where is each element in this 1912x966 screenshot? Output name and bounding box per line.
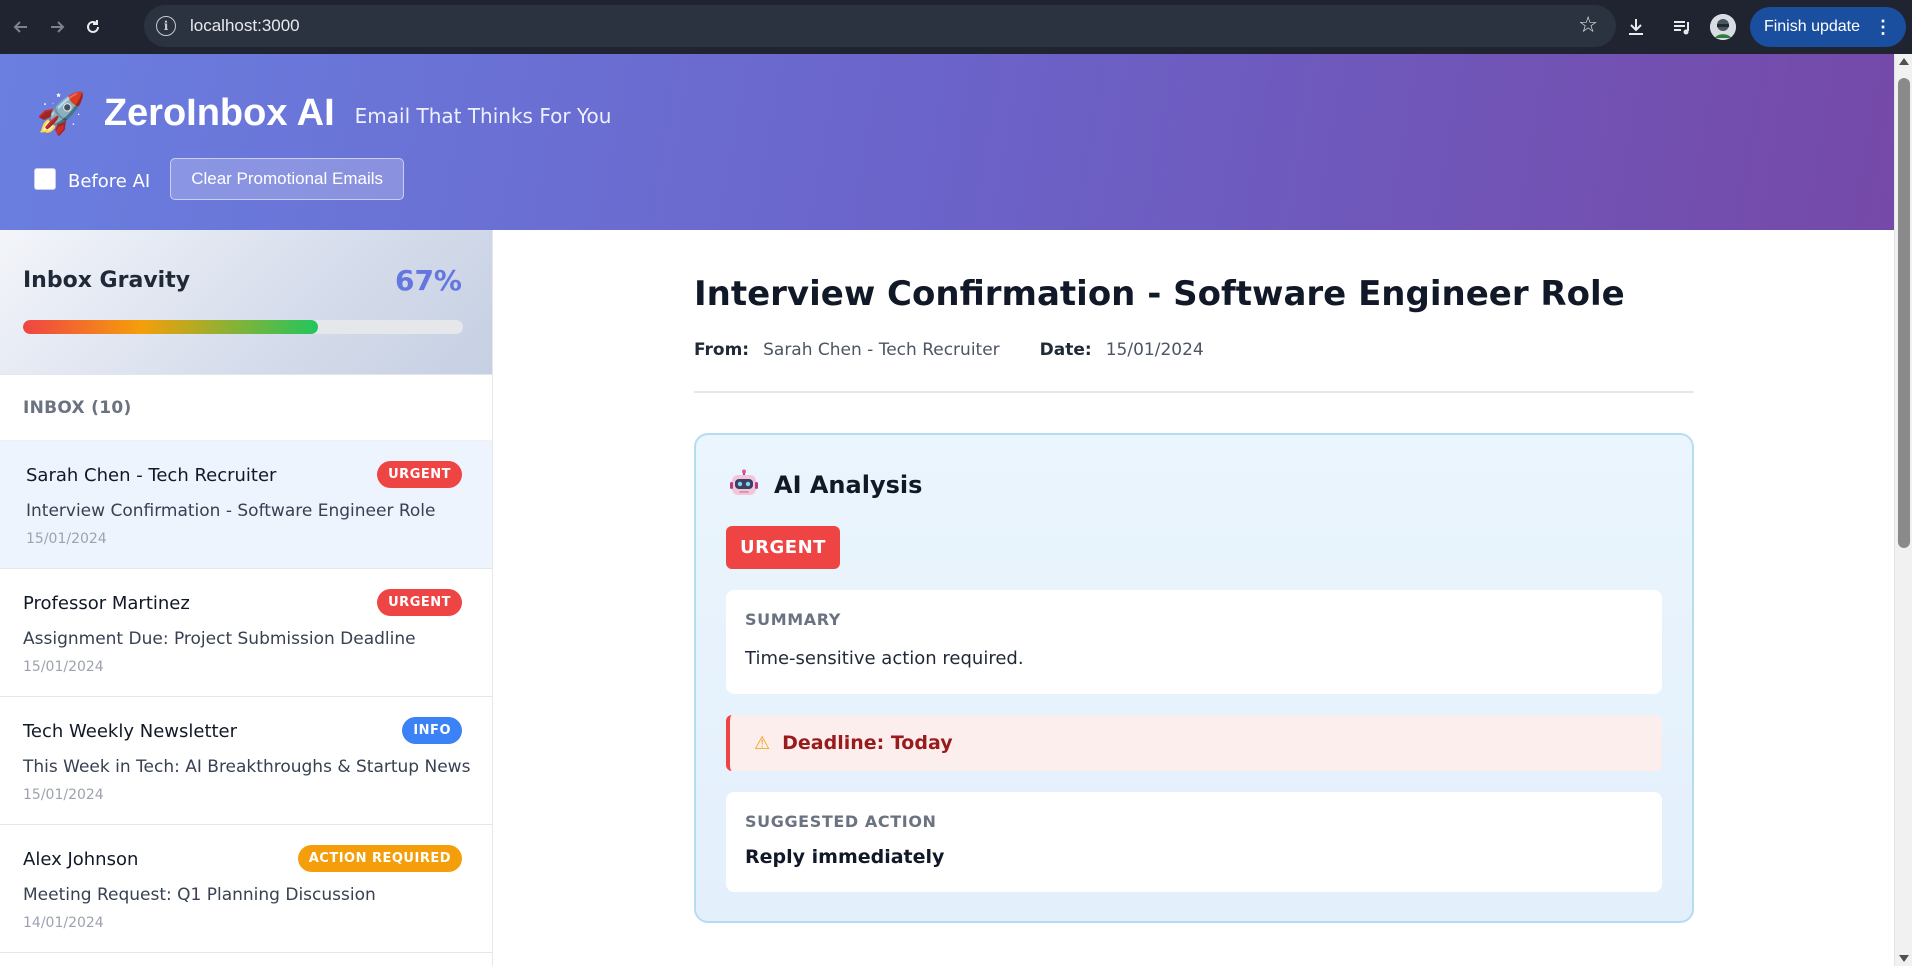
scroll-up-arrow[interactable] [1899, 58, 1909, 65]
email-subject-title: Interview Confirmation - Software Engine… [694, 274, 1625, 314]
email-sender: Professor Martinez [23, 593, 190, 614]
ai-analysis-title: AI Analysis [774, 471, 923, 499]
robot-icon [730, 469, 758, 495]
email-list-item[interactable]: Sarah Chen - Tech Recruiter URGENT Inter… [0, 441, 492, 569]
deadline-text: Deadline: Today [782, 732, 953, 754]
app-header: 🚀 ZeroInbox AI Email That Thinks For You… [0, 54, 1894, 230]
email-sender: Alex Johnson [23, 849, 139, 870]
priority-tag: URGENT [726, 526, 840, 569]
inbox-label: INBOX (10) [0, 375, 492, 441]
brand: 🚀 ZeroInbox AI Email That Thinks For You [36, 90, 611, 137]
gravity-percent: 67% [394, 264, 462, 297]
email-subject: Meeting Request: Q1 Planning Discussion [23, 885, 376, 905]
page-scrollbar[interactable] [1894, 54, 1912, 966]
email-date: 15/01/2024 [23, 787, 104, 803]
before-ai-checkbox[interactable] [34, 168, 56, 190]
ai-analysis-card: AI Analysis URGENT SUMMARY Time-sensitiv… [694, 433, 1694, 923]
suggested-action-box: SUGGESTED ACTION Reply immediately [726, 792, 1662, 892]
before-ai-label[interactable]: Before AI [68, 171, 150, 192]
summary-label: SUMMARY [745, 610, 841, 629]
gravity-progress-fill [23, 320, 318, 334]
star-icon[interactable]: ☆ [1578, 13, 1598, 38]
finish-update-button[interactable]: Finish update ⋮ [1749, 7, 1906, 47]
email-date: 14/01/2024 [23, 915, 104, 931]
email-list-item[interactable]: Professor Martinez URGENT Assignment Due… [0, 569, 492, 697]
scroll-down-arrow[interactable] [1899, 955, 1909, 962]
profile-avatar[interactable] [1709, 14, 1736, 40]
browser-toolbar: i localhost:3000 ☆ Finish update ⋮ [0, 0, 1912, 54]
rocket-icon: 🚀 [36, 91, 86, 137]
reload-icon[interactable] [78, 12, 108, 42]
forward-icon[interactable] [42, 12, 72, 42]
address-bar[interactable]: i localhost:3000 ☆ [144, 5, 1616, 47]
app-title: ZeroInbox AI [103, 92, 335, 134]
kebab-icon[interactable]: ⋮ [1874, 17, 1892, 38]
email-list-item[interactable]: Tech Weekly Newsletter INFO This Week in… [0, 697, 492, 825]
email-sender: Sarah Chen - Tech Recruiter [26, 465, 277, 486]
ai-analysis-header: AI Analysis [728, 469, 922, 501]
clear-promotional-button[interactable]: Clear Promotional Emails [170, 158, 404, 200]
header-controls: Before AI Clear Promotional Emails [34, 158, 404, 200]
priority-badge: URGENT [377, 589, 462, 616]
inbox-gravity-panel: Inbox Gravity 67% [0, 230, 492, 375]
email-list-item[interactable]: Alex Johnson ACTION REQUIRED Meeting Req… [0, 825, 492, 953]
media-icon[interactable] [1664, 9, 1700, 45]
deadline-alert: ⚠ Deadline: Today [726, 715, 1662, 771]
sidebar: Inbox Gravity 67% INBOX (10) Sarah Chen … [0, 230, 493, 966]
email-subject: Interview Confirmation - Software Engine… [26, 501, 436, 521]
email-meta: From: Sarah Chen - Tech Recruiter Date: … [694, 340, 1204, 360]
app-tagline: Email That Thinks For You [354, 103, 612, 128]
email-subject: Assignment Due: Project Submission Deadl… [23, 629, 416, 649]
info-icon[interactable]: i [156, 16, 176, 36]
email-date: 15/01/2024 [23, 659, 104, 675]
summary-box: SUMMARY Time-sensitive action required. [726, 590, 1662, 694]
priority-badge: INFO [402, 717, 462, 744]
email-date: 15/01/2024 [26, 531, 107, 547]
finish-update-label: Finish update [1763, 18, 1860, 35]
gravity-progress-bar [23, 320, 463, 334]
summary-text: Time-sensitive action required. [745, 648, 1024, 669]
divider [694, 391, 1694, 393]
from-label: From: [694, 340, 750, 360]
warning-icon: ⚠ [754, 732, 771, 754]
date-value: 15/01/2024 [1105, 340, 1204, 360]
email-sender: Tech Weekly Newsletter [23, 721, 238, 742]
email-subject: This Week in Tech: AI Breakthroughs & St… [23, 757, 471, 777]
email-detail-pane: Interview Confirmation - Software Engine… [494, 230, 1894, 966]
suggested-action-text: Reply immediately [745, 846, 945, 868]
scroll-thumb[interactable] [1898, 78, 1910, 548]
back-icon[interactable] [6, 12, 36, 42]
priority-badge: ACTION REQUIRED [297, 845, 462, 872]
url-text[interactable]: localhost:3000 [190, 16, 300, 36]
date-label: Date: [1039, 340, 1092, 360]
download-icon[interactable] [1618, 9, 1654, 45]
from-value: Sarah Chen - Tech Recruiter [763, 340, 1000, 360]
gravity-title: Inbox Gravity [23, 268, 191, 293]
suggested-action-label: SUGGESTED ACTION [745, 812, 937, 831]
priority-badge: URGENT [377, 461, 462, 488]
